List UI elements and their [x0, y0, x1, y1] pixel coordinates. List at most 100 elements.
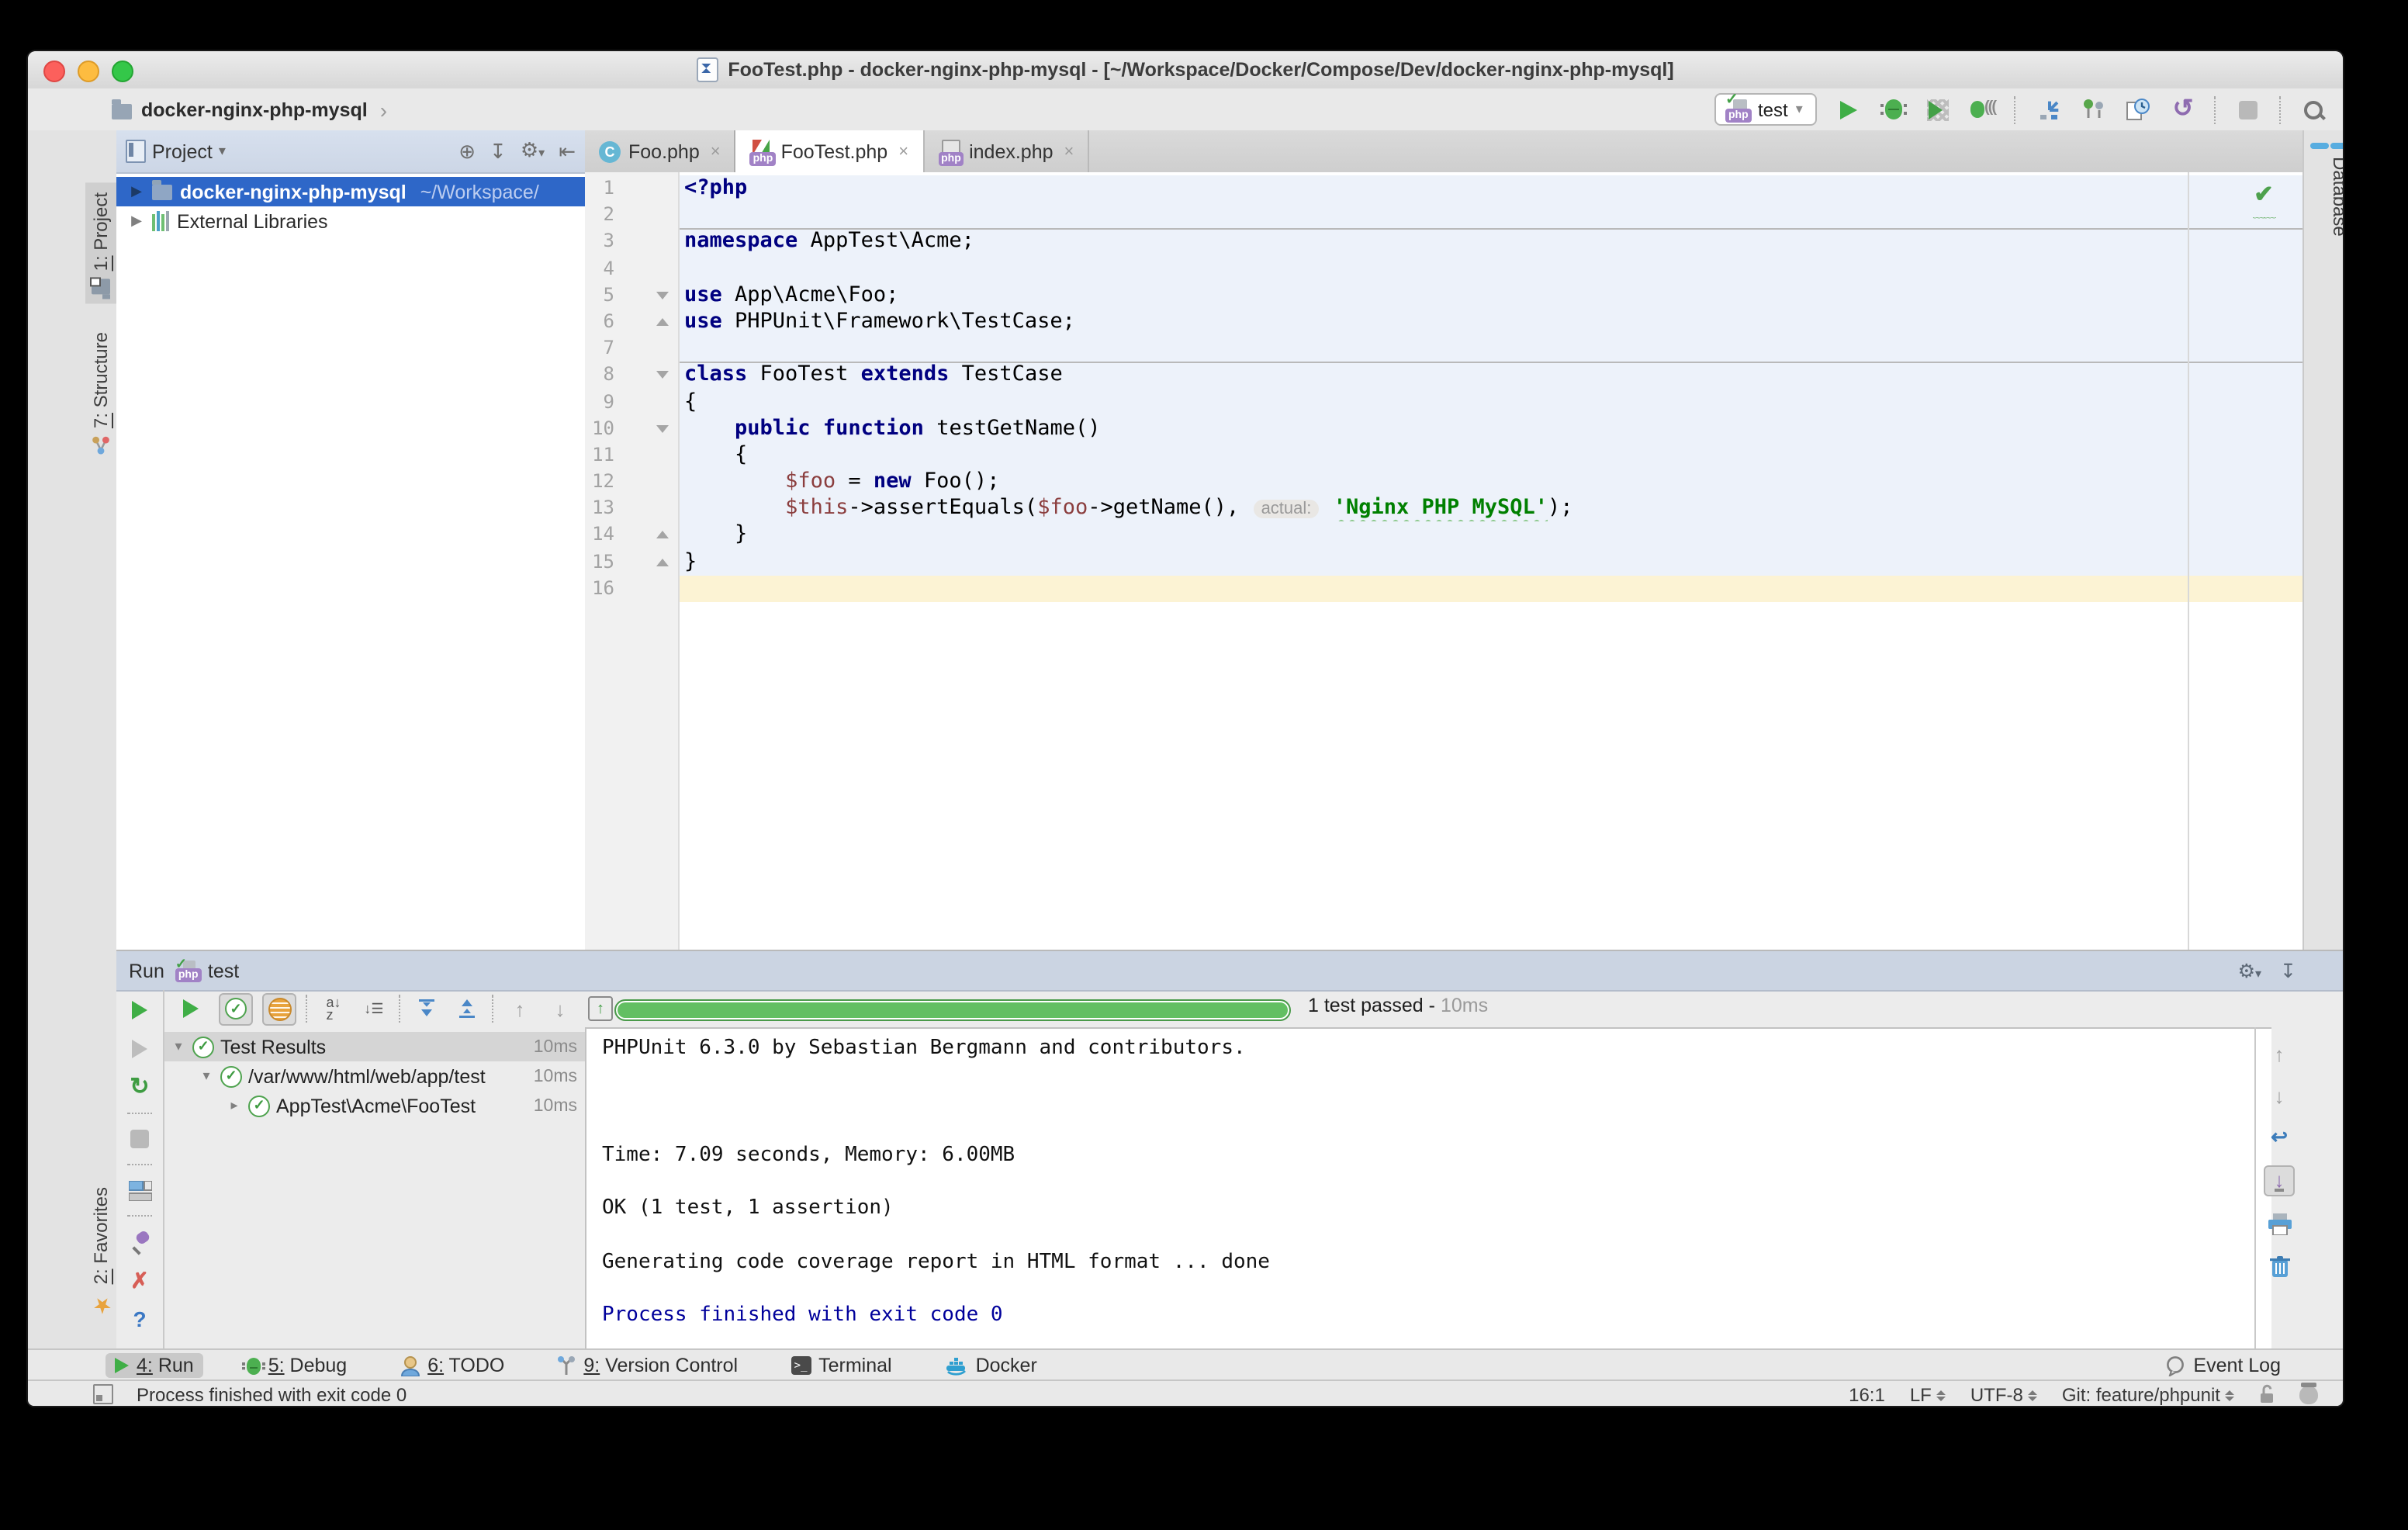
scroll-down-button[interactable]: ↓	[2265, 1082, 2293, 1109]
toolwindow-switcher-icon[interactable]	[93, 1384, 113, 1404]
next-occurrence-button[interactable]: ↓	[545, 994, 576, 1023]
run-tests-button[interactable]	[175, 994, 206, 1023]
expand-arrow-icon[interactable]: ▶	[129, 213, 144, 230]
git-branch-widget[interactable]: Git: feature/phpunit	[2062, 1383, 2234, 1405]
code-line-4[interactable]: 4	[585, 255, 2302, 282]
sidebar-item-favorites[interactable]: ★ 2: Favorites	[85, 1179, 116, 1327]
gutter[interactable]	[614, 522, 680, 549]
code-line-12[interactable]: 12 $foo = new Foo();	[585, 469, 2302, 495]
import-test-results-button[interactable]: ↑	[585, 994, 616, 1023]
restore-layout-button[interactable]	[126, 1176, 154, 1204]
attach-debugger-button[interactable]: (((	[1969, 95, 1997, 123]
panel-settings-button[interactable]: ⚙▾	[2238, 959, 2261, 982]
rerun-button[interactable]	[126, 996, 154, 1024]
project-view-selector[interactable]: Project ▾	[126, 140, 226, 163]
gutter[interactable]	[614, 549, 680, 575]
gutter[interactable]	[614, 335, 680, 362]
expand-arrow-icon[interactable]: ▾	[199, 1068, 214, 1085]
code-line-9[interactable]: 9{	[585, 389, 2302, 415]
gutter[interactable]	[614, 175, 680, 202]
fold-marker-icon[interactable]	[656, 292, 669, 299]
gutter[interactable]	[614, 362, 680, 389]
close-icon[interactable]: ×	[711, 142, 721, 161]
expand-arrow-icon[interactable]: ▾	[171, 1038, 186, 1055]
stop-button[interactable]	[2234, 95, 2262, 123]
fold-marker-icon[interactable]	[656, 372, 669, 379]
hide-panel-button[interactable]: ↧	[2280, 959, 2296, 982]
scroll-to-end-button[interactable]: ↓	[2264, 1165, 2295, 1196]
code-line-7[interactable]: 7	[585, 335, 2302, 362]
breadcrumb[interactable]: docker-nginx-php-mysql ›	[112, 88, 387, 130]
code-line-15[interactable]: 15}	[585, 549, 2302, 575]
sidebar-item-structure[interactable]: 7: Structure	[85, 322, 116, 463]
close-icon[interactable]: ×	[898, 142, 908, 161]
code-line-16[interactable]: 16	[585, 576, 2302, 602]
close-panel-button[interactable]: ✗	[126, 1266, 154, 1294]
show-ignored-toggle[interactable]	[262, 992, 296, 1025]
panel-settings-button[interactable]: ⚙▾	[521, 140, 545, 163]
code-line-11[interactable]: 11 {	[585, 442, 2302, 469]
toolwindow-button-version-control[interactable]: 9: Version Control	[548, 1353, 747, 1378]
gutter[interactable]	[614, 442, 680, 469]
sort-alphabetically-button[interactable]: a↓z	[318, 994, 349, 1023]
search-everywhere-button[interactable]	[2299, 95, 2327, 123]
code-line-3[interactable]: 3namespace AppTest\Acme;	[585, 229, 2302, 255]
toolwindow-button-run[interactable]: 4: Run	[106, 1353, 203, 1378]
gutter[interactable]	[614, 229, 680, 255]
code-line-13[interactable]: 13 $this->assertEquals($foo->getName(), …	[585, 496, 2302, 522]
encoding-widget[interactable]: UTF-8	[1970, 1383, 2037, 1405]
stop-button[interactable]	[126, 1125, 154, 1153]
fold-marker-icon[interactable]	[656, 531, 669, 539]
gutter[interactable]	[614, 415, 680, 441]
expand-arrow-icon[interactable]: ▶	[129, 183, 144, 200]
tab-index-php[interactable]: php index.php ×	[924, 130, 1089, 172]
help-button[interactable]: ?	[126, 1305, 154, 1333]
update-project-button[interactable]	[2034, 95, 2062, 123]
gutter[interactable]	[614, 389, 680, 415]
debug-button[interactable]	[1879, 95, 1907, 123]
gutter[interactable]	[614, 469, 680, 495]
soft-wrap-button[interactable]: ↩	[2265, 1123, 2293, 1151]
code-line-10[interactable]: 10 public function testGetName()	[585, 415, 2302, 441]
line-ending-widget[interactable]: LF	[1910, 1383, 1946, 1405]
breadcrumb-project[interactable]: docker-nginx-php-mysql	[141, 99, 368, 120]
code-line-1[interactable]: 1<?php	[585, 175, 2302, 202]
code-line-14[interactable]: 14 }	[585, 522, 2302, 549]
gutter[interactable]	[614, 202, 680, 228]
caret-position-widget[interactable]: 16:1	[1849, 1383, 1885, 1405]
expand-all-button[interactable]	[411, 994, 442, 1023]
gutter[interactable]	[614, 309, 680, 335]
toolwindow-button-todo[interactable]: 6: TODO	[390, 1353, 514, 1378]
print-button[interactable]	[2265, 1210, 2293, 1238]
gutter[interactable]	[614, 255, 680, 282]
run-console[interactable]: PHPUnit 6.3.0 by Sebastian Bergmann and …	[585, 1027, 2271, 1350]
code-line-8[interactable]: 8class FooTest extends TestCase	[585, 362, 2302, 389]
tree-row-external-libraries[interactable]: ▶ External Libraries	[116, 206, 585, 236]
local-history-button[interactable]	[2124, 95, 2152, 123]
hide-panel-button[interactable]: ⇤	[559, 141, 576, 161]
rerun-failed-tests-button[interactable]	[126, 1035, 154, 1063]
close-icon[interactable]: ×	[1064, 142, 1074, 161]
pin-tab-button[interactable]	[126, 1227, 154, 1255]
inspection-status-icon[interactable]: ✔﹏﹏	[2250, 182, 2278, 219]
test-tree-row-1[interactable]: ▾✓/var/www/html/web/app/test10ms	[164, 1061, 585, 1091]
gutter[interactable]	[614, 576, 680, 602]
sidebar-item-database[interactable]: Database	[2310, 143, 2343, 237]
fold-marker-icon[interactable]	[656, 424, 669, 432]
code-line-2[interactable]: 2	[585, 202, 2302, 228]
run-button[interactable]	[1834, 95, 1862, 123]
previous-occurrence-button[interactable]: ↑	[504, 994, 535, 1023]
fold-marker-icon[interactable]	[656, 318, 669, 326]
toggle-auto-test-button[interactable]: ↻	[126, 1074, 154, 1102]
run-configuration-select[interactable]: ✓ php test ▾	[1714, 93, 1817, 126]
event-log-button[interactable]: Event Log	[2164, 1355, 2281, 1376]
test-tree-row-0[interactable]: ▾✓Test Results10ms	[164, 1032, 585, 1061]
scroll-up-button[interactable]: ↑	[2265, 1040, 2293, 1068]
write-access-lock-icon[interactable]	[2259, 1384, 2275, 1404]
rollback-button[interactable]: ↺	[2169, 95, 2197, 123]
code-line-6[interactable]: 6use PHPUnit\Framework\TestCase;	[585, 309, 2302, 335]
code-editor[interactable]: ✔﹏﹏ 1<?php23namespace AppTest\Acme;45use…	[585, 172, 2302, 950]
tab-foo-php[interactable]: C Foo.php ×	[585, 130, 736, 172]
toolwindow-button-docker[interactable]: Docker	[936, 1353, 1047, 1378]
show-passed-toggle[interactable]: ✓	[219, 992, 253, 1025]
